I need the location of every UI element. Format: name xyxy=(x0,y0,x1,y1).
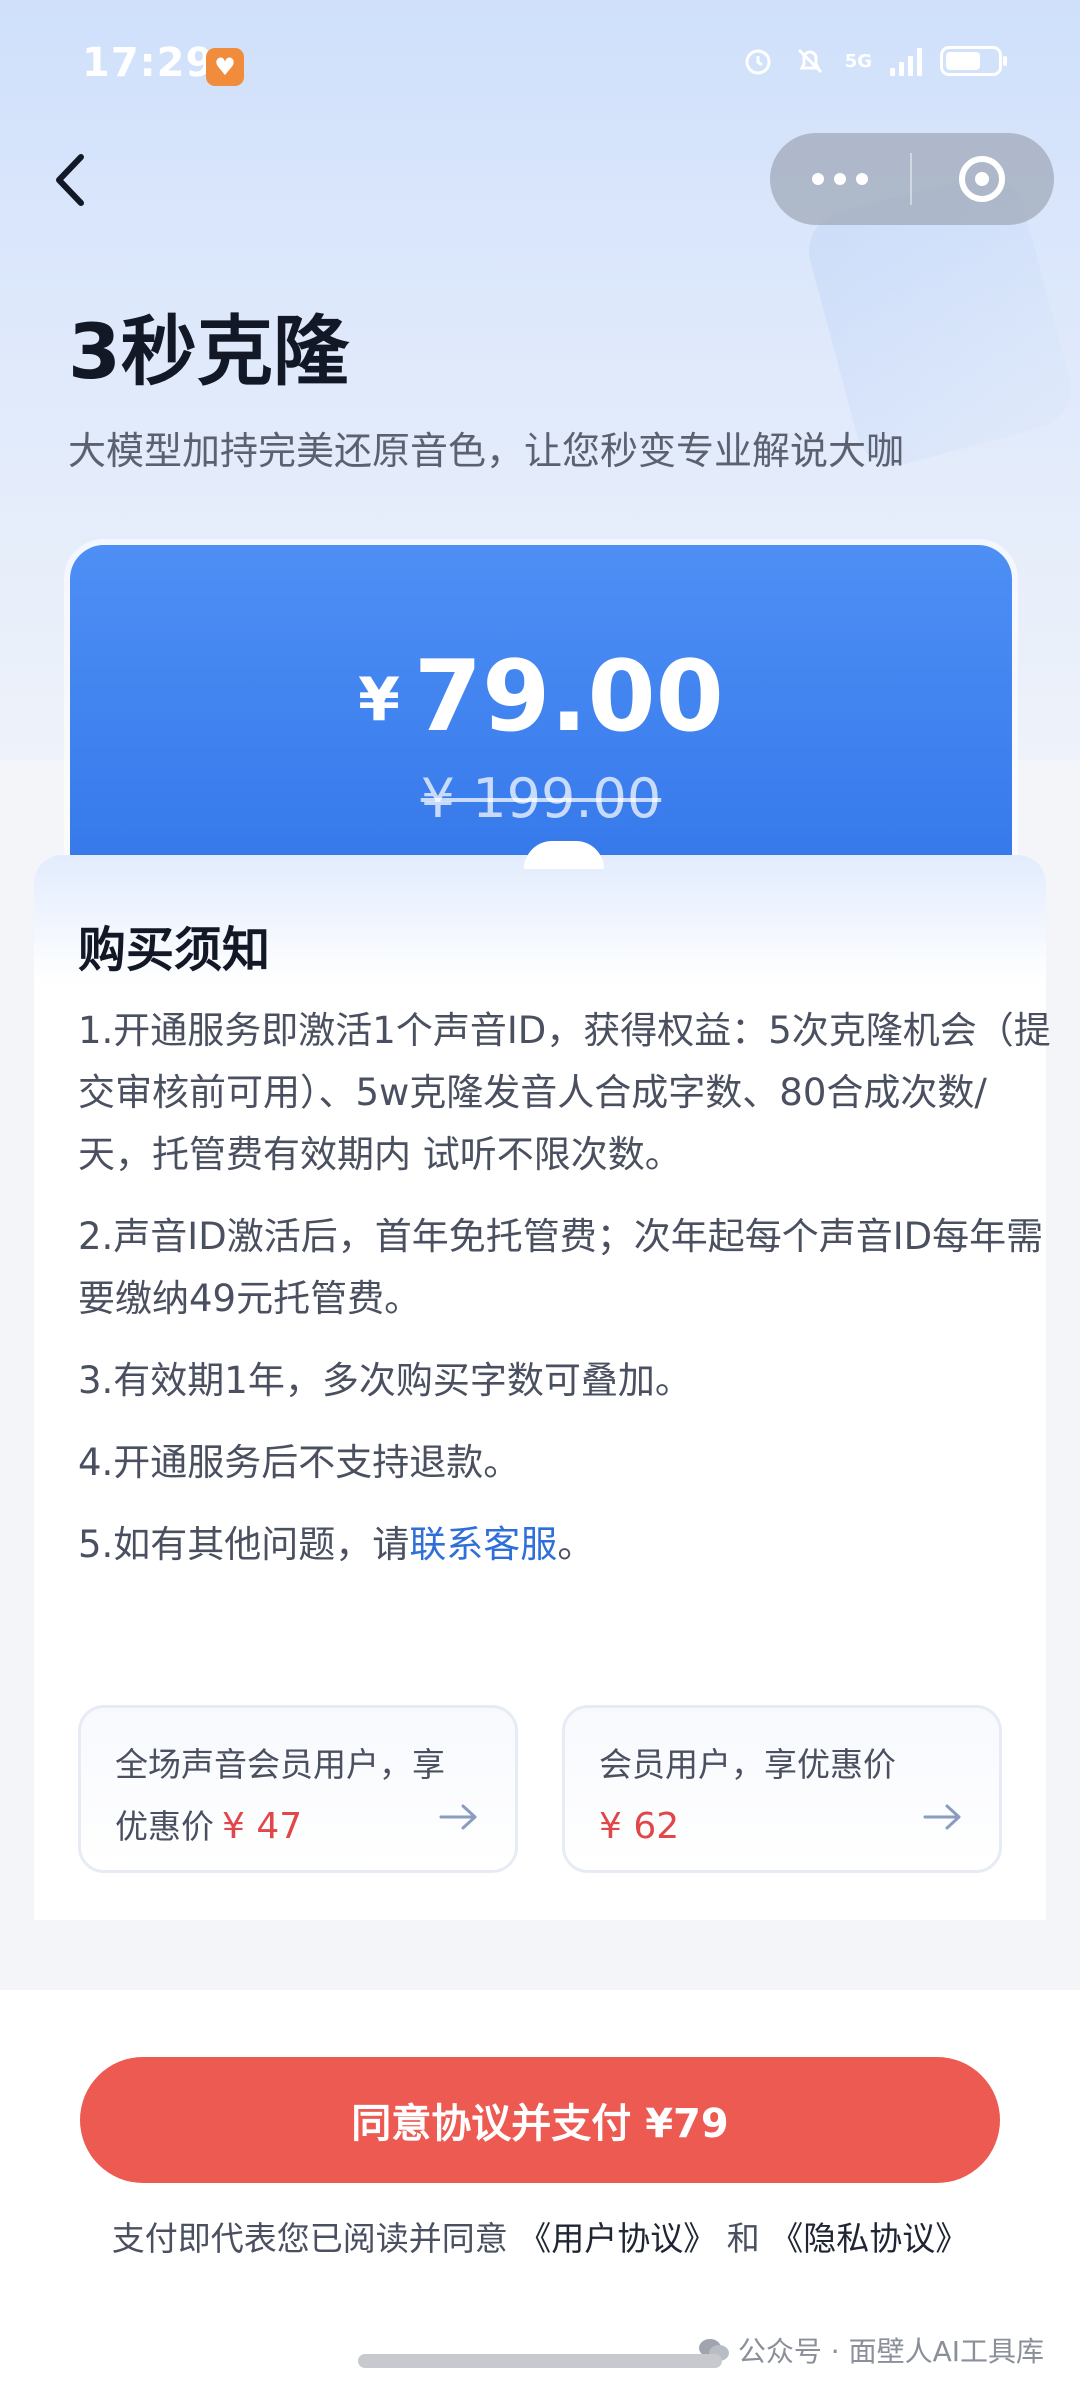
currency-symbol: ¥ xyxy=(358,665,400,735)
agreement-text: 支付即代表您已阅读并同意 《用户协议》 和 《隐私协议》 xyxy=(0,2212,1080,2260)
notice-item: 5.如有其他问题，请联系客服。 xyxy=(78,1514,1053,1576)
notice-item: 4.开通服务后不支持退款。 xyxy=(78,1441,521,1484)
status-bar: 17:29 ♥ 5G xyxy=(0,0,1080,140)
price-card: ¥79.00 ¥ 199.00 xyxy=(70,545,1012,875)
alarm-icon xyxy=(745,49,771,75)
notice-title: 购买须知 xyxy=(78,922,271,978)
mute-bell-icon xyxy=(797,48,822,74)
more-dots-icon xyxy=(812,173,824,185)
notice-notch xyxy=(524,841,604,869)
member-offer-card-member[interactable]: 会员用户，享优惠价 ¥ 62 xyxy=(562,1705,1002,1873)
current-price: ¥79.00 xyxy=(70,640,1012,754)
member-offer-price: ¥ 62 xyxy=(599,1806,680,1847)
home-indicator[interactable] xyxy=(358,2354,722,2368)
member-offer-label: 会员用户，享优惠价 xyxy=(599,1745,896,1784)
arrow-right-icon xyxy=(923,1804,961,1830)
page-title: 3秒克隆 xyxy=(68,307,349,396)
status-time: 17:29 xyxy=(82,40,215,86)
notice-item-suffix: 。 xyxy=(557,1523,595,1566)
member-offer-price: ¥ 47 xyxy=(222,1806,303,1847)
original-price: ¥ 199.00 xyxy=(420,767,662,830)
notice-item-text: 5.如有其他问题，请 xyxy=(78,1523,410,1566)
signal-icon xyxy=(890,46,922,76)
network-label: 5G xyxy=(844,50,872,72)
back-button[interactable] xyxy=(34,145,104,215)
arrow-right-icon xyxy=(439,1804,477,1830)
target-close-icon xyxy=(959,156,1005,202)
contact-support-link[interactable]: 联系客服 xyxy=(409,1523,557,1566)
watermark-text: 公众号 · 面壁人AI工具库 xyxy=(737,2335,1044,2368)
page-subtitle: 大模型加持完美还原音色，让您秒变专业解说大咖 xyxy=(68,429,905,473)
battery-icon xyxy=(940,46,1007,76)
notice-list: 1.开通服务即激活1个声音ID，获得权益：5次克隆机会（提交审核前可用）、5w克… xyxy=(78,1000,1053,1596)
chevron-left-icon xyxy=(56,154,84,206)
more-button[interactable] xyxy=(770,133,910,225)
privacy-agreement-link[interactable]: 《隐私协议》 xyxy=(770,2219,968,2258)
status-icons: 5G xyxy=(741,44,1007,78)
bottom-pay-area: 同意协议并支付 ¥79 支付即代表您已阅读并同意 《用户协议》 和 《隐私协议》… xyxy=(0,1990,1080,2392)
miniprogram-capsule xyxy=(770,133,1054,225)
watermark: 公众号 · 面壁人AI工具库 xyxy=(698,2330,1044,2370)
member-offer-card-all-voice[interactable]: 全场声音会员用户，享优惠价 ¥ 47 xyxy=(78,1705,518,1873)
member-offer-text: 会员用户，享优惠价 ¥ 62 xyxy=(599,1734,959,1858)
notice-item: 1.开通服务即激活1个声音ID，获得权益：5次克隆机会（提交审核前可用）、5w克… xyxy=(78,1009,1051,1176)
notice-item: 2.声音ID激活后，首年免托管费；次年起每个声音ID每年需要缴纳49元托管费。 xyxy=(78,1215,1044,1320)
user-agreement-link[interactable]: 《用户协议》 xyxy=(518,2219,716,2258)
agreement-prefix: 支付即代表您已阅读并同意 xyxy=(111,2219,508,2258)
app-notification-icon: ♥ xyxy=(206,48,244,86)
agreement-and: 和 xyxy=(726,2219,760,2258)
member-offer-text: 全场声音会员用户，享优惠价 ¥ 47 xyxy=(115,1734,475,1858)
agree-and-pay-button[interactable]: 同意协议并支付 ¥79 xyxy=(80,2057,1000,2183)
notice-item: 3.有效期1年，多次购买字数可叠加。 xyxy=(78,1359,692,1402)
close-miniprogram-button[interactable] xyxy=(912,133,1052,225)
current-price-value: 79.00 xyxy=(413,640,724,754)
